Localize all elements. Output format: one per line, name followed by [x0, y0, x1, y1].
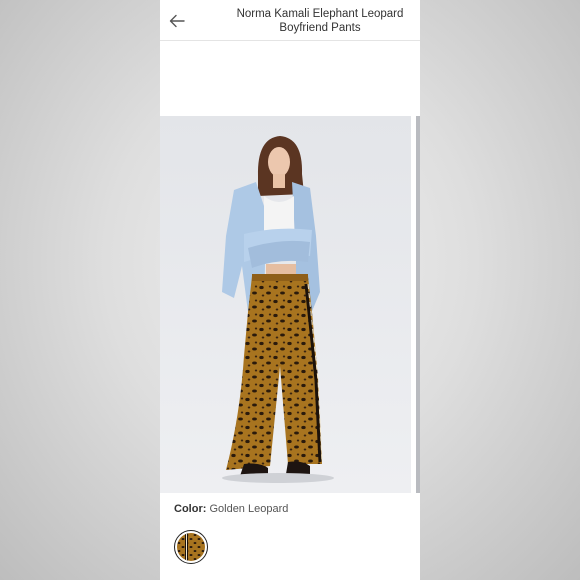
leopard-swatch-icon	[177, 533, 205, 561]
title-line-1: Norma Kamali Elephant Leopard	[236, 8, 404, 20]
product-photo[interactable]	[160, 116, 411, 493]
arrow-left-icon	[169, 14, 185, 28]
product-page: Norma Kamali Elephant Leopard Boyfriend …	[160, 0, 420, 580]
color-swatch-golden-leopard[interactable]	[174, 530, 208, 564]
color-selection-label: Color: Golden Leopard	[174, 503, 288, 515]
title-line-2: Boyfriend Pants	[279, 22, 361, 34]
back-button[interactable]	[166, 10, 188, 32]
page-header: Norma Kamali Elephant Leopard Boyfriend …	[160, 0, 420, 41]
product-image-carousel[interactable]	[160, 116, 420, 493]
next-image-peek[interactable]	[416, 116, 420, 493]
color-value: Golden Leopard	[209, 503, 289, 515]
page-title: Norma Kamali Elephant Leopard Boyfriend …	[220, 7, 420, 35]
color-label: Color:	[174, 503, 207, 515]
